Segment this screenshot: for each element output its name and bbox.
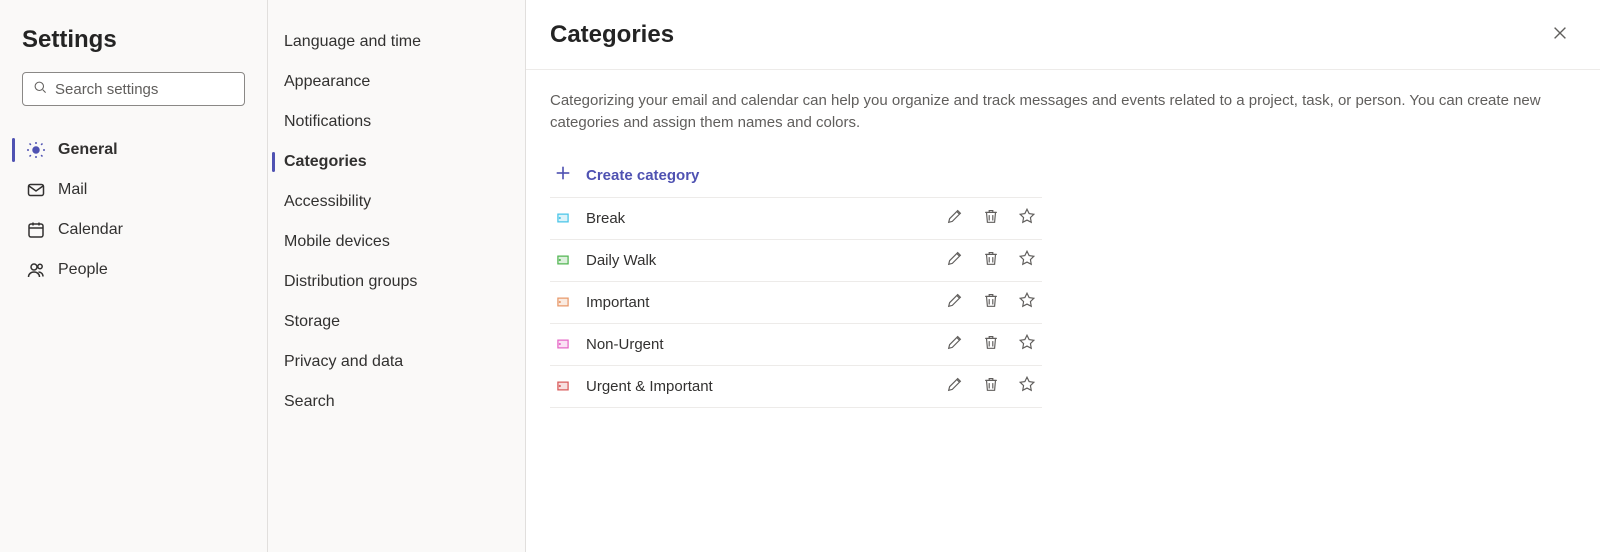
edit-category-button[interactable] [944, 333, 966, 355]
star-icon [1018, 375, 1036, 397]
main-body: Categorizing your email and calendar can… [526, 70, 1600, 408]
sidebar-item-label: People [58, 261, 108, 279]
page-description: Categorizing your email and calendar can… [550, 90, 1570, 134]
star-icon [1018, 291, 1036, 313]
category-actions [944, 333, 1038, 355]
calendar-icon [26, 220, 46, 240]
sidebar-item-search[interactable]: Search [268, 382, 525, 422]
category-list: Break Daily Walk Important Non-U [550, 198, 1042, 408]
sidebar-item-privacy-and-data[interactable]: Privacy and data [268, 342, 525, 382]
edit-category-button[interactable] [944, 375, 966, 397]
category-row: Non-Urgent [550, 324, 1042, 366]
favorite-category-button[interactable] [1016, 249, 1038, 271]
category-name: Break [586, 210, 930, 227]
sidebar-item-label: Calendar [58, 221, 123, 239]
category-row: Urgent & Important [550, 366, 1042, 408]
category-name: Non-Urgent [586, 336, 930, 353]
settings-secondary-sidebar: Language and time Appearance Notificatio… [268, 0, 526, 552]
trash-icon [982, 333, 1000, 355]
sidebar-item-accessibility[interactable]: Accessibility [268, 182, 525, 222]
close-icon [1551, 24, 1569, 46]
create-category-button[interactable]: Create category [550, 154, 1042, 198]
pencil-icon [946, 375, 964, 397]
category-actions [944, 249, 1038, 271]
category-name: Urgent & Important [586, 378, 930, 395]
pencil-icon [946, 207, 964, 229]
category-name: Important [586, 294, 930, 311]
search-icon [33, 80, 47, 98]
category-actions [944, 207, 1038, 229]
sidebar-item-calendar[interactable]: Calendar [14, 210, 253, 250]
sidebar-item-categories[interactable]: Categories [268, 142, 525, 182]
people-icon [26, 260, 46, 280]
tag-icon [554, 293, 572, 311]
star-icon [1018, 207, 1036, 229]
edit-category-button[interactable] [944, 291, 966, 313]
tag-icon [554, 335, 572, 353]
star-icon [1018, 333, 1036, 355]
category-row: Daily Walk [550, 240, 1042, 282]
main-header: Categories [526, 0, 1600, 70]
plus-icon [554, 164, 572, 186]
sidebar-item-appearance[interactable]: Appearance [268, 62, 525, 102]
favorite-category-button[interactable] [1016, 291, 1038, 313]
favorite-category-button[interactable] [1016, 207, 1038, 229]
sidebar-item-notifications[interactable]: Notifications [268, 102, 525, 142]
delete-category-button[interactable] [980, 249, 1002, 271]
trash-icon [982, 207, 1000, 229]
sidebar-item-people[interactable]: People [14, 250, 253, 290]
trash-icon [982, 375, 1000, 397]
sidebar-item-label: General [58, 141, 118, 159]
edit-category-button[interactable] [944, 207, 966, 229]
settings-title: Settings [14, 22, 253, 72]
sidebar-item-label: Mail [58, 181, 87, 199]
pencil-icon [946, 333, 964, 355]
settings-main-pane: Categories Categorizing your email and c… [526, 0, 1600, 552]
category-name: Daily Walk [586, 252, 930, 269]
create-category-label: Create category [586, 167, 699, 184]
delete-category-button[interactable] [980, 333, 1002, 355]
search-settings-field[interactable] [22, 72, 245, 106]
tag-icon [554, 251, 572, 269]
category-actions [944, 375, 1038, 397]
pencil-icon [946, 249, 964, 271]
category-row: Important [550, 282, 1042, 324]
favorite-category-button[interactable] [1016, 375, 1038, 397]
mail-icon [26, 180, 46, 200]
gear-icon [26, 140, 46, 160]
settings-primary-sidebar: Settings General Mail Calendar [0, 0, 268, 552]
category-actions [944, 291, 1038, 313]
tag-icon [554, 209, 572, 227]
search-input[interactable] [55, 81, 254, 98]
sidebar-item-language-and-time[interactable]: Language and time [268, 22, 525, 62]
sidebar-item-storage[interactable]: Storage [268, 302, 525, 342]
favorite-category-button[interactable] [1016, 333, 1038, 355]
trash-icon [982, 291, 1000, 313]
tag-icon [554, 377, 572, 395]
delete-category-button[interactable] [980, 291, 1002, 313]
edit-category-button[interactable] [944, 249, 966, 271]
close-button[interactable] [1544, 19, 1576, 51]
pencil-icon [946, 291, 964, 313]
sidebar-item-general[interactable]: General [14, 130, 253, 170]
delete-category-button[interactable] [980, 207, 1002, 229]
sidebar-item-mail[interactable]: Mail [14, 170, 253, 210]
settings-primary-nav: General Mail Calendar People [14, 126, 253, 290]
category-row: Break [550, 198, 1042, 240]
sidebar-item-distribution-groups[interactable]: Distribution groups [268, 262, 525, 302]
sidebar-item-mobile-devices[interactable]: Mobile devices [268, 222, 525, 262]
page-title: Categories [550, 21, 674, 49]
delete-category-button[interactable] [980, 375, 1002, 397]
trash-icon [982, 249, 1000, 271]
star-icon [1018, 249, 1036, 271]
